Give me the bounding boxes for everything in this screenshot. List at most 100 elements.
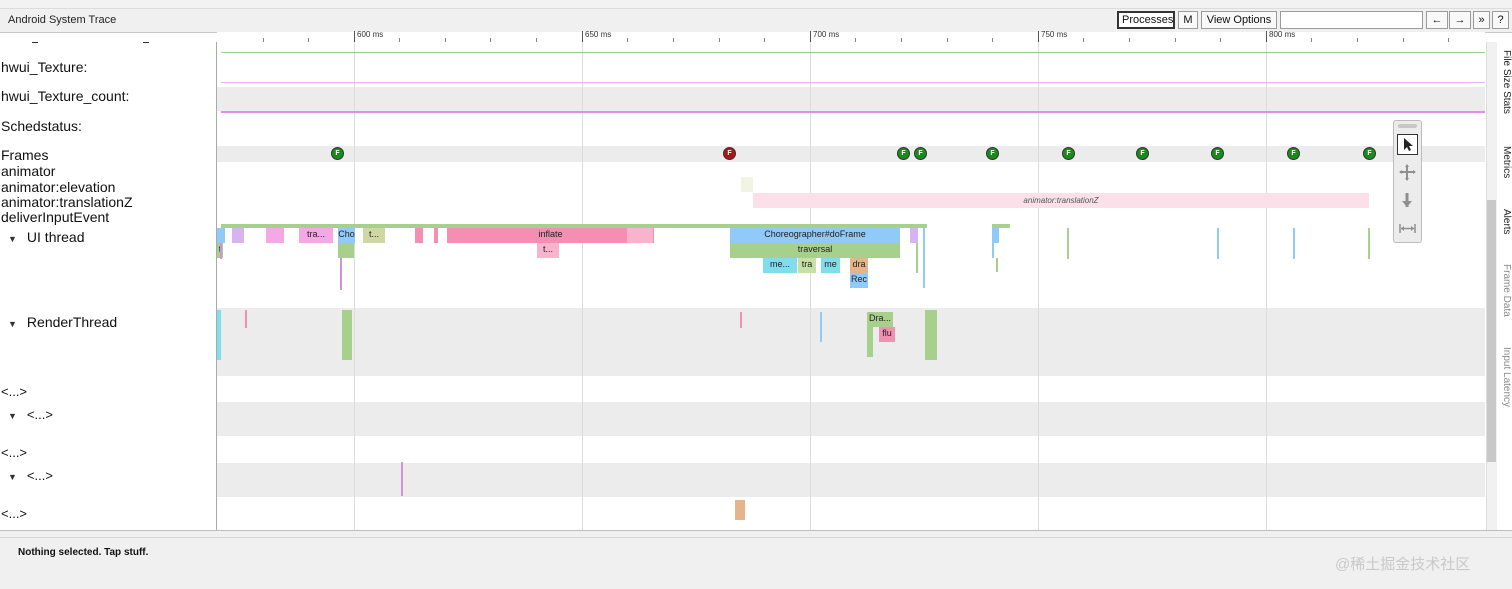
zoom-tool[interactable] (1397, 190, 1418, 211)
track-label-hwui-texture-count: hwui_Texture_count: (1, 88, 130, 104)
render-spike (217, 310, 221, 360)
pan-icon (1399, 164, 1416, 181)
track-label-animator-translationz: animator:translationZ (1, 194, 133, 210)
tab-input-latency[interactable]: Input Latency (1497, 347, 1512, 407)
track-label-collapsed[interactable]: <...> (1, 384, 27, 399)
ui-slice-doframe[interactable]: Choreographer#doFrame (730, 228, 900, 243)
help-button[interactable]: ? (1492, 11, 1509, 29)
ui-slice-dra[interactable]: dra (850, 258, 868, 273)
ui-spike (340, 258, 342, 290)
watermark: @稀土掘金技术社区 (1335, 556, 1471, 573)
track-label-frames: Frames (1, 147, 49, 163)
vertical-scrollbar-thumb[interactable] (1487, 200, 1496, 462)
processes-button[interactable]: Processes (1117, 11, 1175, 29)
more-button[interactable]: » (1473, 11, 1490, 29)
track-label-animator: animator (1, 163, 56, 179)
track-label-collapsed[interactable]: <...> (1, 506, 27, 521)
track-collapsed-group[interactable]: ▼ <...> (8, 468, 53, 483)
timing-tool[interactable] (1397, 218, 1418, 239)
frame-marker-good[interactable]: F (1136, 147, 1149, 160)
view-options-button[interactable]: View Options (1201, 11, 1277, 29)
status-divider (0, 537, 1512, 560)
animator-slice[interactable] (741, 177, 753, 192)
render-spike (867, 327, 873, 357)
ui-slice-me[interactable]: me (821, 258, 840, 273)
ruler-label-700: 700 ms (813, 30, 840, 39)
frame-marker-good[interactable]: F (331, 147, 344, 160)
ui-slice[interactable] (434, 228, 438, 243)
frame-marker-janky[interactable]: F (723, 147, 736, 160)
expand-triangle-icon[interactable]: ▼ (8, 411, 17, 421)
track-render-thread[interactable]: ▼ RenderThread (8, 314, 117, 330)
ui-slice[interactable] (338, 243, 354, 258)
track-collapsed-group[interactable]: ▼ <...> (8, 407, 53, 422)
timeline-area[interactable]: F F F F F F F F F F animator:translation… (217, 42, 1485, 530)
ui-slice-cho[interactable]: Cho (338, 228, 355, 243)
clipped-track-mark (32, 42, 38, 43)
zoom-icon (1402, 193, 1412, 207)
track-ui-thread[interactable]: ▼ UI thread (8, 229, 85, 245)
grid-line (810, 42, 811, 530)
track-band (217, 463, 1485, 497)
frame-marker-good[interactable]: F (897, 147, 910, 160)
track-band (217, 402, 1485, 436)
expand-triangle-icon[interactable]: ▼ (8, 472, 17, 482)
ui-slice-me[interactable]: me... (763, 258, 797, 273)
ui-slice-inflate[interactable]: inflate (447, 228, 654, 243)
ui-slice[interactable] (627, 228, 653, 243)
ui-slice[interactable] (415, 228, 423, 243)
timing-icon (1399, 224, 1416, 233)
grid-line (1266, 42, 1267, 530)
side-panel-tabs: File Size Stats Metrics Alerts Frame Dat… (1497, 42, 1512, 530)
tab-metrics[interactable]: Metrics (1497, 146, 1512, 178)
track-label-column: hwui_Texture: hwui_Texture_count: Scheds… (0, 42, 217, 530)
ruler-major-tick (1266, 31, 1267, 42)
tab-frame-data[interactable]: Frame Data (1497, 264, 1512, 317)
ui-slice-tra[interactable]: tra (798, 258, 816, 273)
grid-line (1038, 42, 1039, 530)
counter-line (221, 52, 1485, 53)
ui-slice-tra[interactable]: tra... (299, 228, 333, 243)
track-label-collapsed: <...> (26, 407, 53, 422)
find-prev-button[interactable]: ← (1426, 11, 1448, 29)
expand-triangle-icon[interactable]: ▼ (8, 319, 17, 329)
track-label-schedstatus: Schedstatus: (1, 118, 82, 134)
frame-marker-good[interactable]: F (1211, 147, 1224, 160)
ui-spike (916, 243, 918, 273)
track-band (217, 87, 1485, 111)
animator-translationz-slice[interactable]: animator:translationZ (753, 193, 1369, 208)
collapsed-track-spike (401, 462, 403, 496)
ui-slice-t[interactable]: t... (537, 243, 559, 258)
ui-spike (1067, 228, 1069, 259)
tab-file-size-stats[interactable]: File Size Stats (1497, 50, 1512, 114)
frame-marker-good[interactable]: F (1363, 147, 1376, 160)
expand-triangle-icon[interactable]: ▼ (8, 234, 17, 244)
track-label-collapsed[interactable]: <...> (1, 445, 27, 460)
render-spike (925, 310, 937, 360)
frame-marker-good[interactable]: F (914, 147, 927, 160)
ui-slice[interactable] (910, 228, 918, 243)
pan-tool[interactable] (1397, 162, 1418, 183)
render-spike (740, 312, 742, 328)
ui-slice[interactable] (266, 228, 284, 243)
ui-slice[interactable] (232, 228, 244, 243)
frame-marker-good[interactable]: F (986, 147, 999, 160)
render-slice-dra[interactable]: Dra... (867, 312, 893, 327)
ui-slice-traversal[interactable]: traversal (730, 243, 900, 258)
clipped-track-mark (143, 42, 149, 43)
frame-marker-good[interactable]: F (1287, 147, 1300, 160)
ui-slice-rec[interactable]: Rec (850, 273, 868, 288)
ui-spike (996, 258, 998, 272)
metadata-button[interactable]: M (1178, 11, 1198, 29)
ui-slice[interactable] (217, 228, 225, 243)
tab-alerts[interactable]: Alerts (1497, 209, 1512, 235)
ui-slice-t[interactable]: t... (363, 228, 385, 243)
select-tool[interactable] (1397, 134, 1418, 155)
toolbar-drag-handle[interactable] (1398, 124, 1417, 128)
ruler-label-600: 600 ms (357, 30, 384, 39)
search-input[interactable] (1280, 11, 1423, 29)
find-next-button[interactable]: → (1449, 11, 1471, 29)
frame-marker-good[interactable]: F (1062, 147, 1075, 160)
render-slice-flu[interactable]: flu (879, 327, 895, 342)
ui-spike (923, 228, 925, 288)
